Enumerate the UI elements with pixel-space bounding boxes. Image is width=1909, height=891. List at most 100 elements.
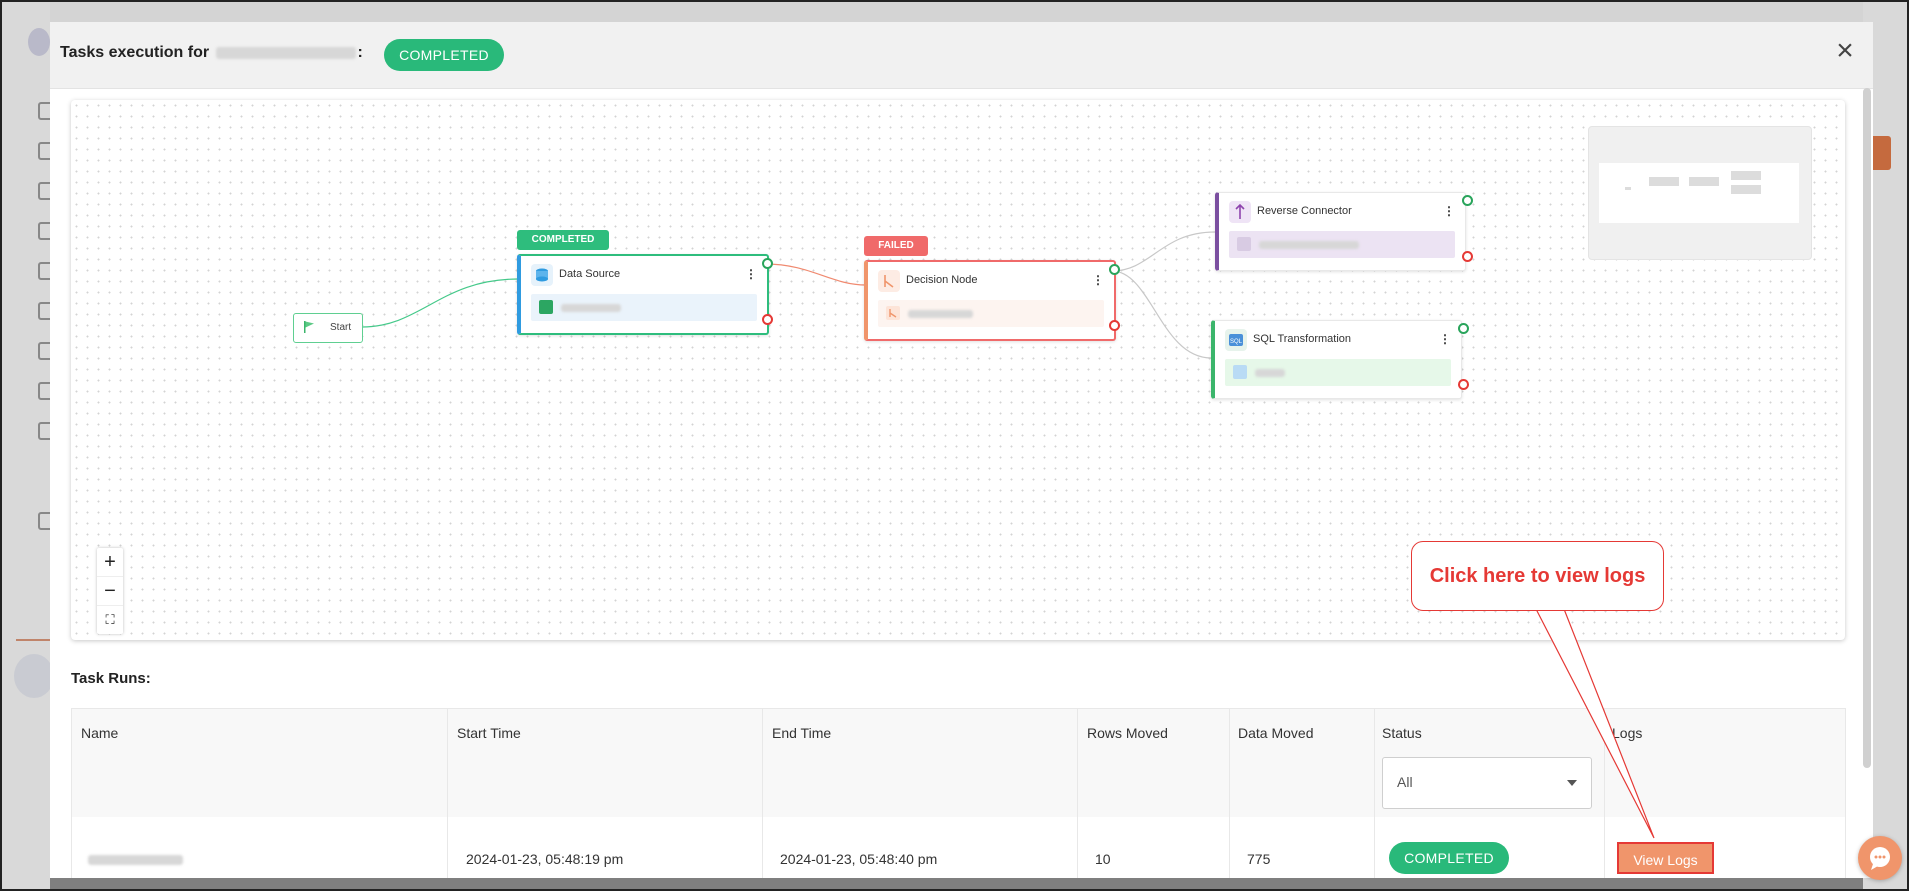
database-icon — [531, 264, 553, 286]
sql-transformation-node-title: SQL Transformation — [1253, 333, 1352, 345]
status-filter-value: All — [1397, 774, 1413, 790]
minimap-node — [1731, 185, 1761, 194]
datasource-menu-icon[interactable]: ⋮ — [745, 268, 757, 280]
decision-menu-icon[interactable]: ⋮ — [1092, 274, 1104, 286]
pipeline-status-badge: COMPLETED — [384, 39, 504, 71]
column-divider — [762, 709, 763, 878]
zoom-out-button[interactable]: − — [97, 577, 123, 606]
sql-transformation-menu-icon[interactable]: ⋮ — [1439, 333, 1451, 345]
column-header-start-time[interactable]: Start Time — [457, 725, 521, 741]
edge-start-to-datasource — [361, 278, 519, 328]
column-divider — [1374, 709, 1375, 878]
background-top-bar — [50, 2, 1863, 22]
table-row-name — [88, 851, 183, 867]
minimap-node — [1731, 171, 1761, 180]
column-divider — [1604, 709, 1605, 878]
branch-icon — [886, 306, 900, 320]
close-icon[interactable]: × — [1833, 36, 1857, 66]
svg-text:SQL: SQL — [1230, 339, 1243, 345]
failure-handle[interactable] — [1109, 320, 1120, 331]
minimap-node — [1625, 187, 1631, 190]
redacted-query-name — [1255, 369, 1285, 377]
datasource-node-title: Data Source — [559, 268, 621, 280]
reverse-connector-icon — [1229, 201, 1251, 223]
modal-title: Tasks execution for : — [60, 44, 363, 62]
success-handle[interactable] — [1462, 195, 1473, 206]
modal-header: Tasks execution for : COMPLETED × — [50, 22, 1873, 89]
column-header-logs[interactable]: Logs — [1612, 725, 1642, 741]
redacted-connection-name — [561, 304, 621, 312]
status-filter-select[interactable]: All — [1382, 757, 1592, 809]
column-divider — [447, 709, 448, 878]
success-handle[interactable] — [1458, 323, 1469, 334]
redacted-task-name — [88, 855, 183, 866]
zoom-in-button[interactable]: + — [97, 548, 123, 577]
edge-decision-to-reverse — [1111, 231, 1216, 272]
sql-transformation-node[interactable]: SQL SQL Transformation ⋮ — [1211, 320, 1469, 399]
column-header-rows-moved[interactable]: Rows Moved — [1087, 725, 1168, 741]
chat-icon — [1870, 847, 1890, 870]
background-sidebar — [2, 2, 56, 889]
column-divider — [1077, 709, 1078, 878]
column-divider — [1229, 709, 1230, 878]
success-handle[interactable] — [762, 258, 773, 269]
background-stat — [14, 654, 54, 698]
redacted-pipeline-name — [215, 46, 356, 59]
table-row-start-time: 2024-01-23, 05:48:19 pm — [466, 851, 624, 867]
failure-handle[interactable] — [762, 314, 773, 325]
task-execution-modal: Tasks execution for : COMPLETED × Start — [50, 22, 1873, 878]
chat-support-button[interactable] — [1858, 836, 1902, 880]
reverse-connector-node-title: Reverse Connector — [1257, 205, 1352, 217]
chevron-down-icon — [1567, 780, 1577, 786]
view-logs-callout: Click here to view logs — [1411, 541, 1664, 611]
flag-icon — [304, 321, 314, 333]
flow-minimap[interactable] — [1588, 126, 1812, 260]
sheets-icon — [539, 300, 553, 314]
edge-decision-to-sql — [1111, 270, 1212, 359]
table-row-rows-moved: 10 — [1095, 851, 1111, 867]
reverse-connector-menu-icon[interactable]: ⋮ — [1443, 205, 1455, 217]
reverse-connector-destination — [1229, 231, 1455, 258]
start-node-label: Start — [330, 322, 352, 333]
decision-node-title: Decision Node — [906, 274, 978, 286]
column-header-data-moved[interactable]: Data Moved — [1238, 725, 1313, 741]
decision-node[interactable]: Decision Node ⋮ — [864, 260, 1120, 341]
success-handle[interactable] — [1109, 264, 1120, 275]
query-icon — [1233, 365, 1247, 379]
sql-transformation-query — [1225, 359, 1451, 386]
zoom-controls: + − ⛶ — [97, 548, 123, 634]
destination-icon — [1237, 237, 1251, 251]
background-divider — [16, 639, 50, 641]
fit-view-button[interactable]: ⛶ — [97, 606, 123, 634]
redacted-destination-name — [1259, 241, 1359, 249]
failure-handle[interactable] — [1458, 379, 1469, 390]
datasource-connection — [531, 294, 757, 321]
screen-frame: Tasks execution for : COMPLETED × Start — [0, 0, 1909, 891]
decision-condition — [878, 300, 1104, 327]
datasource-status-tag: COMPLETED — [517, 230, 609, 250]
decision-status-tag: FAILED — [864, 236, 928, 256]
column-header-status[interactable]: Status — [1382, 725, 1422, 741]
task-runs-table: Name Start Time End Time Rows Moved Data… — [71, 708, 1846, 878]
modal-title-suffix: : — [357, 44, 363, 61]
start-node[interactable]: Start — [293, 313, 363, 343]
column-header-end-time[interactable]: End Time — [772, 725, 831, 741]
failure-handle[interactable] — [1462, 251, 1473, 262]
app-logo — [28, 28, 50, 56]
edge-datasource-to-decision — [764, 263, 867, 286]
column-header-name[interactable]: Name — [81, 725, 118, 741]
table-row-status-badge: COMPLETED — [1389, 842, 1509, 874]
view-logs-button[interactable]: View Logs — [1617, 842, 1714, 874]
table-row-data-moved: 775 — [1247, 851, 1271, 867]
reverse-connector-node[interactable]: Reverse Connector ⋮ — [1215, 192, 1473, 271]
minimap-node — [1689, 177, 1719, 186]
modal-title-prefix: Tasks execution for — [60, 44, 210, 61]
redacted-condition-name — [908, 310, 973, 318]
minimap-viewport — [1599, 163, 1799, 223]
modal-scrollbar[interactable] — [1863, 88, 1871, 768]
minimap-node — [1649, 177, 1679, 186]
sql-icon: SQL — [1225, 329, 1247, 351]
decision-icon — [878, 270, 900, 292]
datasource-node[interactable]: Data Source ⋮ — [517, 254, 773, 335]
task-runs-title: Task Runs: — [71, 670, 151, 687]
